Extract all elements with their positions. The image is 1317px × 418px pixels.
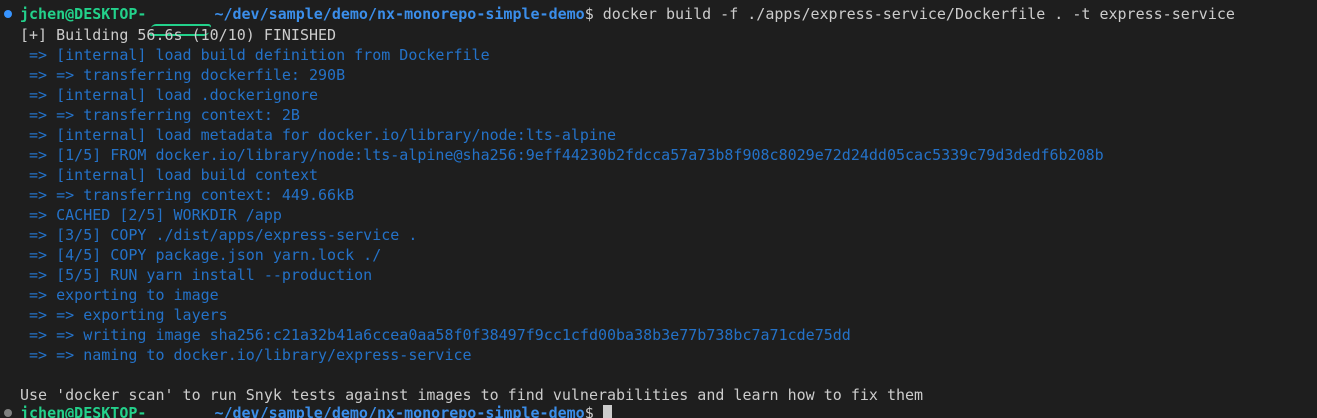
output-line: => => writing image sha256:c21a32b41a6cc…: [20, 326, 851, 344]
prompt-status-dot-icon[interactable]: [4, 409, 12, 417]
prompt-user-host: jchen@DESKTOP-: [20, 404, 147, 418]
output-line: [+] Building 56.6s (10/10) FINISHED: [20, 26, 337, 44]
prompt-symbol: $: [584, 5, 594, 23]
output-line: => [internal] load build context: [20, 166, 319, 184]
output-line: => => naming to docker.io/library/expres…: [20, 346, 472, 364]
prompt-user-host: jchen@DESKTOP-: [20, 5, 147, 23]
output-line: => [5/5] RUN yarn install --production: [20, 266, 373, 284]
active-prompt-line[interactable]: jchen@DESKTOP- ~/dev/sample/demo/nx-monor…: [20, 403, 612, 418]
output-line: => CACHED [2/5] WORKDIR /app: [20, 206, 282, 224]
prompt-path: ~/dev/sample/demo/nx-monorepo-simple-dem…: [214, 5, 585, 23]
output-line: => [internal] load build definition from…: [20, 46, 490, 64]
command-line: jchen@DESKTOP- ~/dev/sample/demo/nx-monor…: [20, 4, 1235, 36]
output-line: => [1/5] FROM docker.io/library/node:lts…: [20, 146, 1104, 164]
output-line: => => transferring dockerfile: 290B: [20, 66, 346, 84]
docker-scan-message: Use 'docker scan' to run Snyk tests agai…: [20, 386, 924, 404]
command-status-dot-icon[interactable]: [4, 10, 12, 18]
output-line: => [internal] load .dockerignore: [20, 86, 319, 104]
output-line: => => exporting layers: [20, 306, 228, 324]
output-line: => [3/5] COPY ./dist/apps/express-servic…: [20, 226, 418, 244]
output-line: => [4/5] COPY package.json yarn.lock ./: [20, 246, 382, 264]
prompt-path: ~/dev/sample/demo/nx-monorepo-simple-dem…: [214, 404, 585, 418]
prompt-symbol: $: [584, 404, 594, 418]
text-cursor[interactable]: [602, 405, 612, 418]
output-line: => exporting to image: [20, 286, 219, 304]
terminal[interactable]: jchen@DESKTOP- ~/dev/sample/demo/nx-monor…: [0, 0, 1317, 418]
output-line: => => transferring context: 2B: [20, 106, 300, 124]
command-text: docker build -f ./apps/express-service/D…: [593, 5, 1235, 23]
output-line: => => transferring context: 449.66kB: [20, 186, 355, 204]
output-line: => [internal] load metadata for docker.i…: [20, 126, 617, 144]
